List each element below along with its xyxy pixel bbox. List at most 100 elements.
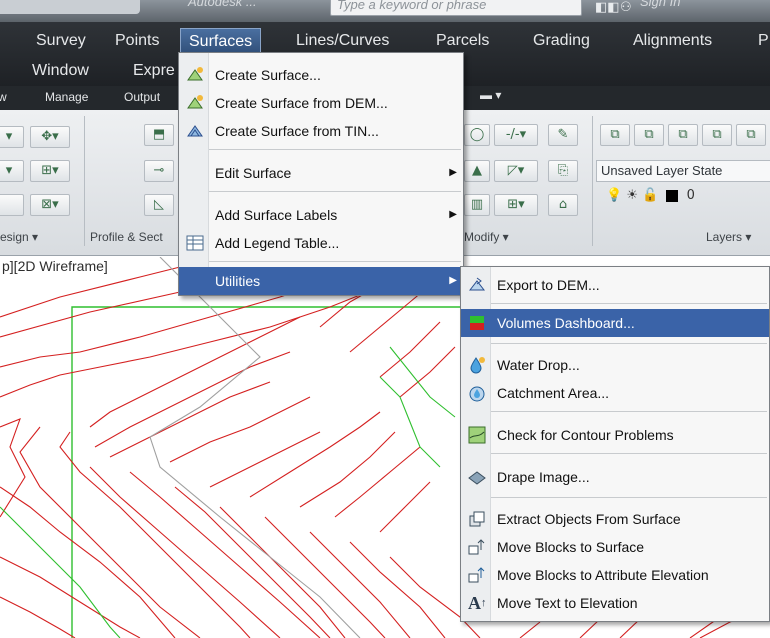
triangle-tool-icon[interactable]: ▲ xyxy=(464,160,490,182)
menu-grading[interactable]: Grading xyxy=(533,28,590,54)
volumes-dashboard-icon xyxy=(470,316,484,330)
menu-separator xyxy=(491,497,767,498)
menu-window[interactable]: Window xyxy=(32,58,89,84)
add-surface-labels-item[interactable]: Add Surface Labels ▶ xyxy=(179,201,463,229)
utilities-item[interactable]: Utilities ▶ xyxy=(179,267,463,295)
menu-separator xyxy=(491,343,767,344)
export-to-dem-item[interactable]: Export to DEM... xyxy=(461,271,769,299)
tab-view[interactable]: w xyxy=(0,90,7,104)
panel-label-modify[interactable]: Modify ▾ xyxy=(464,230,509,244)
lightbulb-icon[interactable]: 💡 xyxy=(606,188,622,203)
move-text-elevation-item[interactable]: A↑ Move Text to Elevation xyxy=(461,589,769,617)
move-text-icon: A↑ xyxy=(468,593,487,613)
volumes-dashboard-item[interactable]: Volumes Dashboard... xyxy=(461,309,769,337)
menu-separator xyxy=(491,303,767,304)
menu-surfaces[interactable]: Surfaces xyxy=(180,28,262,54)
move-blocks-attr-icon xyxy=(468,567,485,583)
catchment-area-item[interactable]: Catchment Area... xyxy=(461,379,769,407)
export-dem-icon xyxy=(468,277,486,291)
menu-express[interactable]: Expre xyxy=(133,58,175,84)
panel-separator xyxy=(592,116,593,246)
user-icon[interactable]: ⚇ xyxy=(620,0,632,15)
water-drop-icon xyxy=(470,357,485,374)
menu-separator xyxy=(491,453,767,454)
tab-manage[interactable]: Manage xyxy=(45,90,88,104)
pencil-tool-icon[interactable]: ✎ xyxy=(548,124,578,146)
line-tool-icon[interactable]: -/-▾ xyxy=(494,124,538,146)
menu-separator xyxy=(209,191,461,192)
create-surface-dem-item[interactable]: Create Surface from DEM... xyxy=(179,89,463,117)
panel-label-profile[interactable]: Profile & Sect xyxy=(90,230,163,244)
sun-icon[interactable]: ☀ xyxy=(626,188,638,203)
window-title: Autodesk ... xyxy=(188,0,257,9)
layer-tool-1-icon[interactable]: ⧉ xyxy=(600,124,630,146)
view-frame-icon[interactable]: ◺ xyxy=(144,194,174,216)
tool-dropdown-2[interactable]: ▾ xyxy=(0,160,24,182)
binoculars-icon[interactable]: ◧◧ xyxy=(595,0,620,15)
menu-p[interactable]: P xyxy=(758,28,769,54)
section-tool-icon[interactable]: ⊸ xyxy=(144,160,174,182)
shape-tool-icon[interactable]: ◸▾ xyxy=(494,160,538,182)
viewport-label[interactable]: p][2D Wireframe] xyxy=(0,258,110,274)
menu-separator xyxy=(491,411,767,412)
legend-table-icon xyxy=(186,235,204,251)
sign-in-link[interactable]: Sign In xyxy=(640,0,680,9)
tab-output[interactable]: Output xyxy=(124,90,160,104)
array-tool-icon[interactable]: ▥ xyxy=(464,194,490,216)
tool-dropdown-1[interactable]: ▾ xyxy=(0,126,24,148)
layer-state-select[interactable]: Unsaved Layer State xyxy=(596,160,770,182)
submenu-arrow-icon: ▶ xyxy=(449,209,457,220)
menu-alignments[interactable]: Alignments xyxy=(633,28,712,54)
surface-from-tin-icon xyxy=(187,125,203,137)
surface-from-dem-icon xyxy=(187,95,203,109)
edit-tool-icon[interactable]: ⎘ xyxy=(548,160,578,182)
check-contour-icon xyxy=(468,426,486,444)
color-swatch xyxy=(666,189,679,202)
water-drop-item[interactable]: Water Drop... xyxy=(461,351,769,379)
layer-tool-5-icon[interactable]: ⧉ xyxy=(736,124,766,146)
drape-image-item[interactable]: Drape Image... xyxy=(461,463,769,491)
panel-separator xyxy=(84,116,85,246)
move-blocks-surface-item[interactable]: Move Blocks to Surface xyxy=(461,533,769,561)
layout-tool-icon[interactable]: ⊞▾ xyxy=(30,160,70,182)
sample-tool-icon[interactable]: ⊠▾ xyxy=(30,194,70,216)
layer-name: 0 xyxy=(686,188,695,203)
add-legend-table-item[interactable]: Add Legend Table... xyxy=(179,229,463,257)
utilities-submenu: Export to DEM... Volumes Dashboard... Wa… xyxy=(460,266,770,622)
move-blocks-attr-item[interactable]: Move Blocks to Attribute Elevation xyxy=(461,561,769,589)
layer-tool-4-icon[interactable]: ⧉ xyxy=(702,124,732,146)
menu-parcels[interactable]: Parcels xyxy=(436,28,489,54)
submenu-arrow-icon: ▶ xyxy=(449,167,457,178)
create-surface-tin-item[interactable]: Create Surface from TIN... xyxy=(179,117,463,145)
ribbon-dropdown-icon[interactable]: ▬ ▾ xyxy=(480,88,501,102)
layer-tool-2-icon[interactable]: ⧉ xyxy=(634,124,664,146)
extract-objects-item[interactable]: Extract Objects From Surface xyxy=(461,505,769,533)
layer-control[interactable]: 💡 ☀ 🔓 0 xyxy=(606,188,695,203)
panel-label-design[interactable]: esign ▾ xyxy=(0,230,38,244)
title-strip: Autodesk ... Type a keyword or phrase ◧◧… xyxy=(0,0,770,22)
catchment-area-icon xyxy=(469,386,485,402)
menu-lines-curves[interactable]: Lines/Curves xyxy=(296,28,389,54)
grid-array-icon[interactable]: ⊞▾ xyxy=(494,194,538,216)
create-surface-item[interactable]: Create Surface... xyxy=(179,61,463,89)
app-tab xyxy=(0,0,140,14)
profile-tool-icon[interactable]: ⬒ xyxy=(144,124,174,146)
offset-tool-icon[interactable]: ⌂ xyxy=(548,194,578,216)
circle-tool-icon[interactable]: ◯ xyxy=(464,124,490,146)
extract-objects-icon xyxy=(469,511,485,527)
menu-survey[interactable]: Survey xyxy=(36,28,86,54)
move-blocks-icon xyxy=(468,539,485,555)
search-input[interactable]: Type a keyword or phrase xyxy=(330,0,582,16)
menu-points[interactable]: Points xyxy=(115,28,159,54)
layer-tool-3-icon[interactable]: ⧉ xyxy=(668,124,698,146)
tool-dropdown-3[interactable] xyxy=(0,194,24,216)
submenu-arrow-icon: ▶ xyxy=(449,275,457,286)
panel-label-layers[interactable]: Layers ▾ xyxy=(706,230,751,244)
check-contour-problems-item[interactable]: Check for Contour Problems xyxy=(461,421,769,449)
grid-tool-icon[interactable]: ✥▾ xyxy=(30,126,70,148)
menu-separator xyxy=(209,149,461,150)
create-surface-icon xyxy=(187,67,203,81)
edit-surface-item[interactable]: Edit Surface ▶ xyxy=(179,159,463,187)
drape-image-icon xyxy=(468,471,486,485)
lock-icon[interactable]: 🔓 xyxy=(642,188,658,203)
